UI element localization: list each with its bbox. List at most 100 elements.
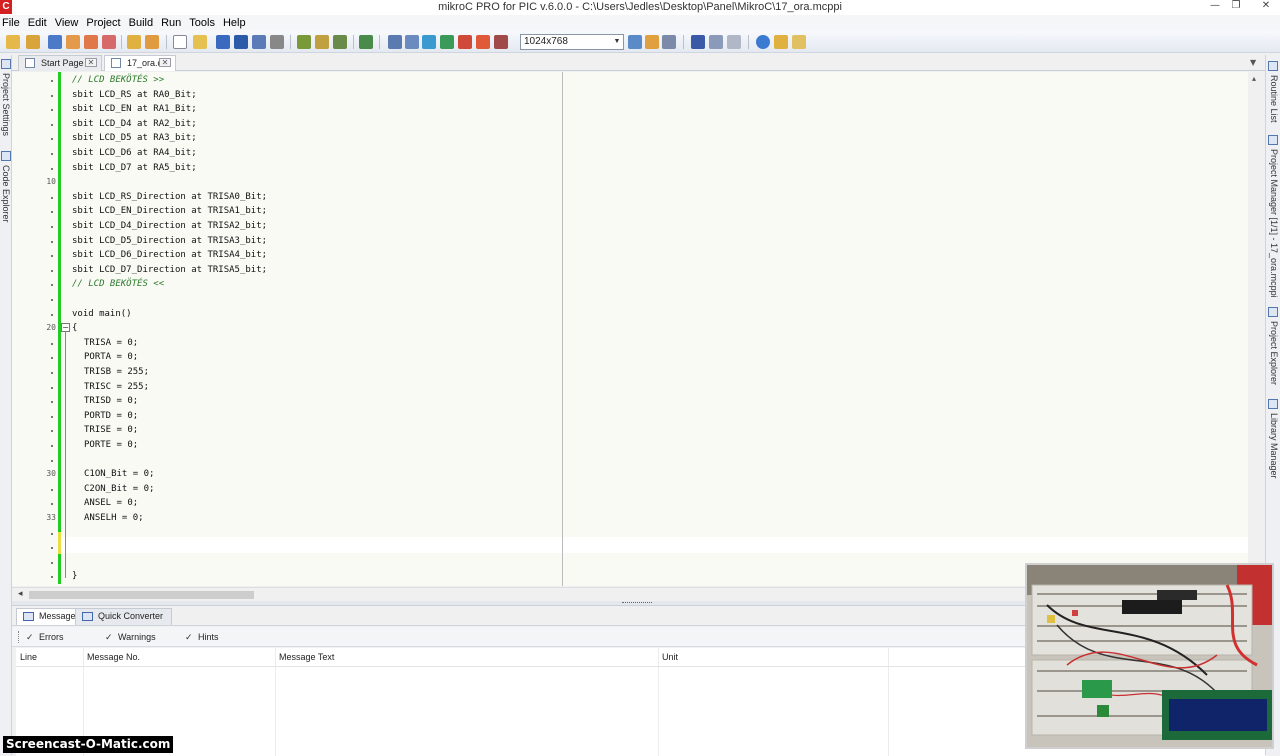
menu-help[interactable]: Help bbox=[221, 15, 252, 31]
new-file-icon[interactable] bbox=[173, 35, 187, 49]
code-line[interactable]: TRISE = 0; bbox=[84, 424, 138, 436]
view-icon[interactable] bbox=[388, 35, 402, 49]
save-file-icon[interactable] bbox=[216, 35, 230, 49]
toolbar-grip[interactable] bbox=[18, 631, 20, 643]
column-header-message-no[interactable]: Message No. bbox=[83, 650, 275, 666]
fold-toggle-icon[interactable]: − bbox=[61, 323, 70, 332]
code-line[interactable]: sbit LCD_RS_Direction at TRISA0_Bit; bbox=[72, 191, 267, 203]
code-line[interactable]: TRISC = 255; bbox=[84, 381, 149, 393]
code-line[interactable]: } bbox=[72, 570, 77, 582]
tab-quick-converter[interactable]: Quick Converter bbox=[75, 608, 173, 625]
open-file-icon[interactable] bbox=[193, 35, 207, 49]
ascii-table-icon[interactable] bbox=[691, 35, 705, 49]
tab-code-explorer[interactable]: Code Explorer bbox=[0, 165, 12, 225]
editor-vertical-scrollbar[interactable]: ▴ bbox=[1248, 72, 1265, 602]
tab-list-chevron-icon[interactable]: ▼ bbox=[1250, 58, 1256, 67]
tab-library-manager[interactable]: Library Manager bbox=[1268, 413, 1280, 483]
code-line[interactable]: C1ON_Bit = 0; bbox=[84, 468, 154, 480]
menu-view[interactable]: View bbox=[53, 15, 85, 31]
statistics-icon[interactable] bbox=[405, 35, 419, 49]
tab-project-manager[interactable]: Project Manager [1/1] - 17_ora.mcppi bbox=[1268, 149, 1280, 299]
code-editor[interactable]: 10 20 30 33 − // LCD BEKÖTÉS >> sbit LCD_RS … bbox=[12, 72, 1248, 586]
code-line[interactable]: sbit LCD_EN at RA1_Bit; bbox=[72, 103, 197, 115]
splitter-grip[interactable] bbox=[622, 602, 652, 604]
tab-project-settings[interactable]: Project Settings bbox=[0, 73, 12, 143]
column-header-line[interactable]: Line bbox=[16, 650, 83, 666]
code-line[interactable]: sbit LCD_D5 at RA3_bit; bbox=[72, 132, 197, 144]
menu-project[interactable]: Project bbox=[84, 15, 126, 31]
code-line[interactable]: sbit LCD_D4 at RA2_bit; bbox=[72, 118, 197, 130]
usart-terminal-icon[interactable] bbox=[709, 35, 723, 49]
restore-button[interactable]: ❐ bbox=[1226, 0, 1246, 14]
code-line[interactable]: C2ON_Bit = 0; bbox=[84, 483, 154, 495]
build-program-icon[interactable] bbox=[333, 35, 347, 49]
code-line[interactable]: ANSEL = 0; bbox=[84, 497, 138, 509]
tool-red-icon[interactable] bbox=[458, 35, 472, 49]
build-icon[interactable] bbox=[297, 35, 311, 49]
recent-icon[interactable] bbox=[145, 35, 159, 49]
open-project-icon[interactable] bbox=[26, 35, 40, 49]
minimize-button[interactable]: — bbox=[1205, 0, 1225, 14]
code-line[interactable]: PORTD = 0; bbox=[84, 410, 138, 422]
edit-project-icon[interactable] bbox=[66, 35, 80, 49]
scroll-left-icon[interactable]: ◂ bbox=[18, 589, 23, 599]
save-as-icon[interactable] bbox=[252, 35, 266, 49]
code-line[interactable]: sbit LCD_D6_Direction at TRISA4_bit; bbox=[72, 249, 267, 261]
close-button[interactable]: ✕ bbox=[1256, 0, 1276, 14]
menu-run[interactable]: Run bbox=[159, 15, 187, 31]
menu-tools[interactable]: Tools bbox=[187, 15, 221, 31]
code-line[interactable]: sbit LCD_D7_Direction at TRISA5_bit; bbox=[72, 264, 267, 276]
resolution-select[interactable]: 1024x768 ▼ bbox=[520, 34, 624, 50]
tab-routine-list[interactable]: Routine List bbox=[1268, 75, 1280, 125]
tab-17-ora-c[interactable]: 17_ora.c ✕ bbox=[104, 55, 176, 71]
code-comment-line[interactable]: // LCD BEKÖTÉS << bbox=[72, 278, 164, 290]
about-icon[interactable] bbox=[792, 35, 806, 49]
tab-start-page[interactable]: Start Page ✕ bbox=[18, 55, 102, 71]
code-line[interactable]: TRISB = 255; bbox=[84, 366, 149, 378]
new-project-icon[interactable] bbox=[6, 35, 20, 49]
code-line[interactable]: sbit LCD_RS at RA0_Bit; bbox=[72, 89, 197, 101]
menu-edit[interactable]: Edit bbox=[26, 15, 53, 31]
tool-programmer-icon[interactable] bbox=[476, 35, 490, 49]
layout-icon[interactable] bbox=[628, 35, 642, 49]
scroll-up-icon[interactable]: ▴ bbox=[1252, 74, 1256, 83]
code-line[interactable]: PORTA = 0; bbox=[84, 351, 138, 363]
code-line[interactable]: sbit LCD_D5_Direction at TRISA3_bit; bbox=[72, 235, 267, 247]
checkbox-icon[interactable]: ✓ bbox=[185, 630, 193, 644]
code-line[interactable]: TRISD = 0; bbox=[84, 395, 138, 407]
close-icon[interactable]: ✕ bbox=[85, 58, 97, 67]
help-icon[interactable] bbox=[756, 35, 770, 49]
add-file-icon[interactable] bbox=[84, 35, 98, 49]
filter-errors[interactable]: ✓ Errors bbox=[26, 630, 64, 644]
jump-icon[interactable] bbox=[440, 35, 454, 49]
column-header-unit[interactable]: Unit bbox=[658, 650, 888, 666]
code-line[interactable]: void main() bbox=[72, 308, 132, 320]
code-line[interactable]: ANSELH = 0; bbox=[84, 512, 144, 524]
save-all-icon[interactable] bbox=[234, 35, 248, 49]
filter-warnings[interactable]: ✓ Warnings bbox=[105, 630, 156, 644]
code-line[interactable]: TRISA = 0; bbox=[84, 337, 138, 349]
code-line[interactable]: sbit LCD_D4_Direction at TRISA2_bit; bbox=[72, 220, 267, 232]
menu-build[interactable]: Build bbox=[127, 15, 159, 31]
code-line[interactable]: sbit LCD_D7 at RA5_bit; bbox=[72, 162, 197, 174]
code-line[interactable]: { bbox=[72, 322, 77, 334]
menu-file[interactable]: File bbox=[0, 15, 26, 31]
checkbox-icon[interactable]: ✓ bbox=[105, 630, 113, 644]
lcd-designer-icon[interactable] bbox=[727, 35, 741, 49]
checkbox-icon[interactable]: ✓ bbox=[26, 630, 34, 644]
layout-delete-icon[interactable] bbox=[662, 35, 676, 49]
run-icon[interactable] bbox=[359, 35, 373, 49]
build-all-icon[interactable] bbox=[315, 35, 329, 49]
open-folder-icon[interactable] bbox=[127, 35, 141, 49]
tab-project-explorer[interactable]: Project Explorer bbox=[1268, 321, 1280, 391]
code-line[interactable]: sbit LCD_EN_Direction at TRISA1_bit; bbox=[72, 205, 267, 217]
column-header-message-text[interactable]: Message Text bbox=[275, 650, 658, 666]
layout-save-icon[interactable] bbox=[645, 35, 659, 49]
hscroll-thumb[interactable] bbox=[29, 591, 254, 599]
search-help-icon[interactable] bbox=[774, 35, 788, 49]
code-line[interactable]: sbit LCD_D6 at RA4_bit; bbox=[72, 147, 197, 159]
font-icon[interactable] bbox=[422, 35, 436, 49]
code-comment-line[interactable]: // LCD BEKÖTÉS >> bbox=[72, 74, 164, 86]
print-icon[interactable] bbox=[270, 35, 284, 49]
code-line[interactable]: PORTE = 0; bbox=[84, 439, 138, 451]
